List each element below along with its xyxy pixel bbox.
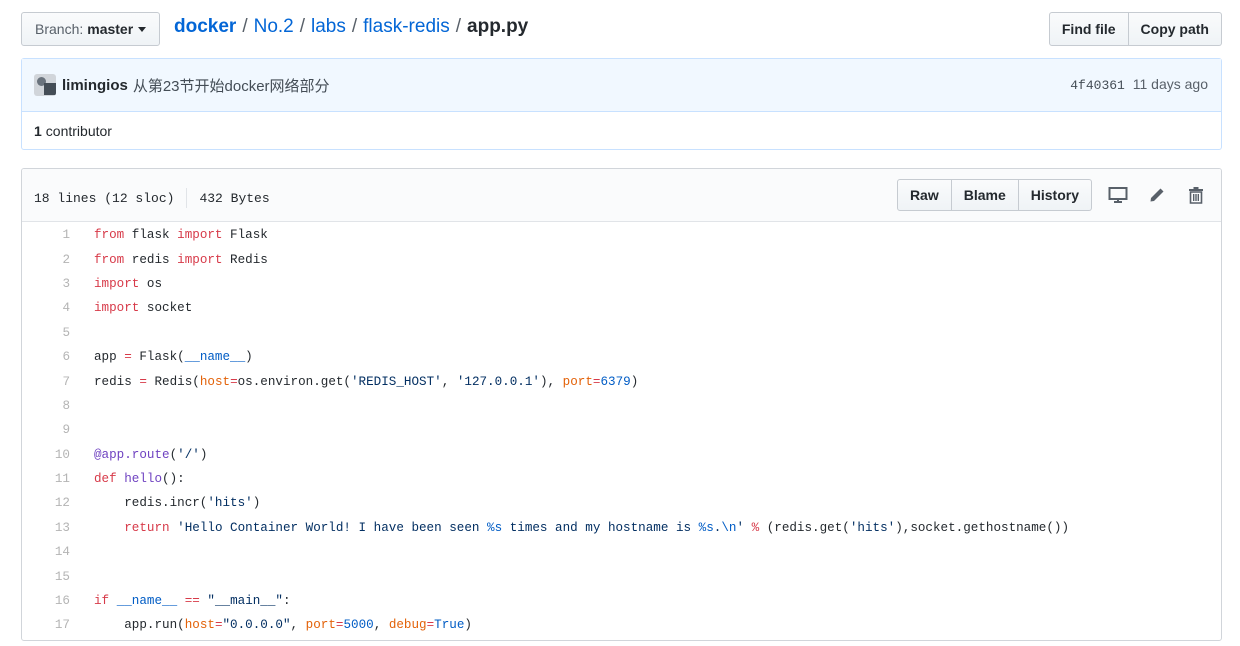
line-number[interactable]: 6 <box>22 350 72 364</box>
line-number[interactable]: 8 <box>22 399 72 413</box>
contributor-label: contributor <box>45 122 112 139</box>
line-number[interactable]: 2 <box>22 253 72 267</box>
history-button[interactable]: History <box>1018 179 1092 211</box>
branch-value: master <box>87 21 134 37</box>
breadcrumb-repo-link[interactable]: docker <box>174 16 236 38</box>
code-line: 6 app = Flask(__name__) <box>22 345 1221 369</box>
code-line: 16 if __name__ == "__main__": <box>22 589 1221 613</box>
commit-author-link[interactable]: limingios <box>62 77 128 94</box>
code-line: 14 <box>22 540 1221 564</box>
breadcrumb-link-flask-redis[interactable]: flask-redis <box>363 16 450 38</box>
line-content: if __name__ == "__main__": <box>94 594 291 609</box>
line-content: import socket <box>94 301 193 316</box>
line-number[interactable]: 9 <box>22 423 72 437</box>
blame-button[interactable]: Blame <box>951 179 1019 211</box>
file-viewer: 18 lines (12 sloc) 432 Bytes Raw Blame H… <box>21 168 1222 641</box>
commit-meta: 4f40361 11 days ago <box>1070 76 1208 93</box>
trash-icon[interactable] <box>1183 182 1209 208</box>
code-line: 7 redis = Redis(host=os.environ.get('REDI… <box>22 369 1221 393</box>
contributor-count: 1 <box>34 122 42 139</box>
file-view-buttons: Raw Blame History <box>896 179 1092 211</box>
line-number[interactable]: 7 <box>22 375 72 389</box>
line-number[interactable]: 1 <box>22 228 72 242</box>
line-content: app = Flask(__name__) <box>94 350 253 365</box>
file-line-count: 18 lines (12 sloc) <box>34 190 175 206</box>
code-line: 3 import os <box>22 272 1221 296</box>
code-line: 1 from flask import Flask <box>22 223 1221 247</box>
commit-tease: limingios 从第23节开始docker网络部分 4f40361 11 d… <box>21 58 1222 150</box>
latest-commit: limingios 从第23节开始docker网络部分 4f40361 11 d… <box>22 59 1221 112</box>
pencil-icon[interactable] <box>1144 182 1170 208</box>
line-content: from flask import Flask <box>94 228 268 243</box>
code-line: 9 <box>22 418 1221 442</box>
file-info: 18 lines (12 sloc) 432 Bytes <box>34 188 270 208</box>
file-nav-actions: Find file Copy path <box>1048 12 1222 46</box>
breadcrumb-link-no2[interactable]: No.2 <box>254 16 294 38</box>
line-content: return 'Hello Container World! I have be… <box>124 520 1070 535</box>
line-content: app.run(host="0.0.0.0", port=5000, debug… <box>94 618 472 633</box>
caret-down-icon <box>138 26 147 32</box>
breadcrumb-link-labs[interactable]: labs <box>311 16 346 38</box>
line-content: @app.route('/') <box>94 447 208 462</box>
file-actions: Raw Blame History <box>896 179 1209 211</box>
line-content: import os <box>94 276 163 291</box>
branch-label: Branch: <box>35 21 84 37</box>
commit-age: 11 days ago <box>1132 76 1208 92</box>
code-line: 5 <box>22 321 1221 345</box>
code-line: 12 redis.incr('hits') <box>22 491 1221 515</box>
code-line: 15 <box>22 564 1221 588</box>
file-navigation: Branch: master docker / No.2 / labs / fl… <box>21 12 1222 46</box>
line-number[interactable]: 12 <box>22 496 72 510</box>
contributors-row[interactable]: 1 contributor <box>22 112 1221 149</box>
line-number[interactable]: 10 <box>22 448 72 462</box>
divider <box>186 188 188 208</box>
line-number[interactable]: 17 <box>22 618 72 632</box>
line-content: redis = Redis(host=os.environ.get('REDIS… <box>94 374 639 389</box>
commit-sha-link[interactable]: 4f40361 <box>1070 78 1125 93</box>
line-number[interactable]: 3 <box>22 277 72 291</box>
line-number[interactable]: 11 <box>22 472 72 486</box>
code-line: 17 app.run(host="0.0.0.0", port=5000, de… <box>22 613 1221 637</box>
find-file-button[interactable]: Find file <box>1048 12 1129 46</box>
code-line: 8 <box>22 394 1221 418</box>
avatar[interactable] <box>34 74 56 96</box>
desktop-icon[interactable] <box>1105 182 1131 208</box>
code-line: 13 return 'Hello Container World! I have… <box>22 516 1221 540</box>
code-line: 2 from redis import Redis <box>22 247 1221 271</box>
code-blob: 1 from flask import Flask 2 from redis imp… <box>22 222 1221 638</box>
line-number[interactable]: 15 <box>22 570 72 584</box>
raw-button[interactable]: Raw <box>896 179 952 211</box>
commit-message-link[interactable]: 从第23节开始docker网络部分 <box>133 75 330 96</box>
line-content: redis.incr('hits') <box>94 496 261 511</box>
file-header: 18 lines (12 sloc) 432 Bytes Raw Blame H… <box>22 169 1221 222</box>
file-size: 432 Bytes <box>199 190 270 206</box>
line-content: from redis import Redis <box>94 252 268 267</box>
code-line: 4 import socket <box>22 296 1221 320</box>
line-number[interactable]: 16 <box>22 594 72 608</box>
code-line: 11 def hello(): <box>22 467 1221 491</box>
branch-select-button[interactable]: Branch: master <box>21 12 160 46</box>
line-number[interactable]: 4 <box>22 301 72 315</box>
breadcrumb-current-file: app.py <box>467 16 529 37</box>
line-number[interactable]: 13 <box>22 521 72 535</box>
line-number[interactable]: 14 <box>22 545 72 559</box>
breadcrumb: docker / No.2 / labs / flask-redis / app… <box>174 16 529 38</box>
code-line: 10 @app.route('/') <box>22 443 1221 467</box>
copy-path-button[interactable]: Copy path <box>1128 12 1222 46</box>
line-number[interactable]: 5 <box>22 326 72 340</box>
line-content: def hello(): <box>94 472 185 487</box>
